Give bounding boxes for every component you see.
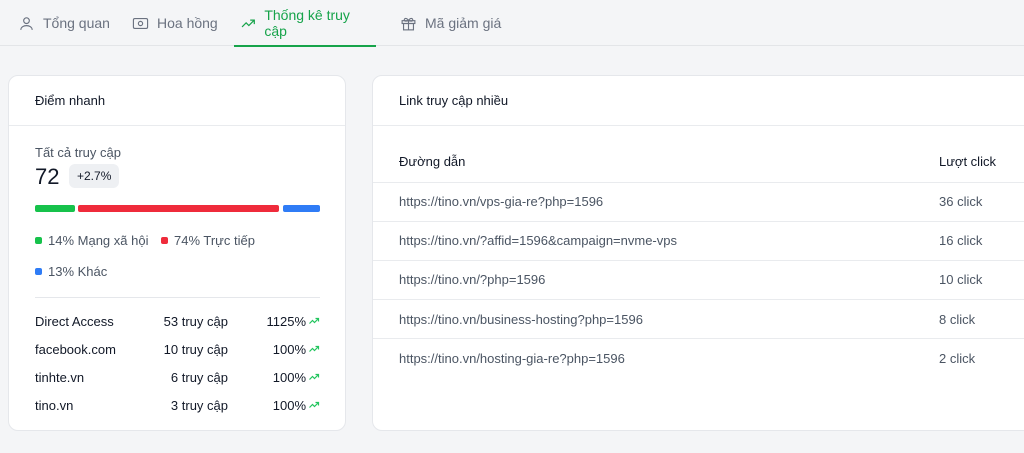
total-visits-label: Tất cả truy cập (35, 145, 121, 160)
source-percent: 100% (272, 398, 306, 413)
money-icon (132, 17, 149, 29)
legend-label: 13% Khác (48, 264, 108, 279)
legend-label: 74% Trực tiếp (174, 233, 255, 248)
tab-traffic-stats[interactable]: Thống kê truy cập (234, 0, 376, 47)
total-visits-value: 72 (35, 164, 60, 189)
change-badge: +2.7% (69, 164, 120, 188)
column-header-path: Đường dẫn (399, 154, 466, 169)
trending-up-icon (308, 343, 320, 358)
tab-coupons[interactable]: Mã giảm giá (396, 0, 505, 46)
traffic-distribution-bar (35, 205, 320, 212)
link-clicks: 10 click (939, 272, 983, 287)
card-title: Link truy cập nhiều (373, 76, 1024, 126)
source-percent: 100% (272, 342, 306, 357)
source-name: facebook.com (35, 342, 116, 357)
link-clicks: 16 click (939, 233, 983, 248)
tab-label: Hoa hồng (157, 15, 218, 31)
tab-label: Mã giảm giá (425, 15, 502, 31)
source-name: tino.vn (35, 398, 74, 413)
source-name: Direct Access (35, 314, 114, 329)
legend-label: 14% Mạng xã hội (48, 233, 149, 248)
legend-dot (35, 268, 42, 275)
trending-up-icon (308, 315, 320, 330)
tab-bar: Tổng quan Hoa hồng Thống kê truy cập Mã … (0, 0, 1024, 47)
tab-label: Tổng quan (43, 15, 110, 31)
trending-up-icon (308, 399, 320, 414)
trending-up-icon (241, 18, 255, 27)
quick-stats-card: Điểm nhanh Tất cả truy cập 72 +2.7% 14% … (8, 75, 346, 431)
source-visits: 53 truy cập (163, 314, 228, 329)
link-clicks: 2 click (939, 351, 976, 366)
source-row: facebook.com 10 truy cập 100% (35, 342, 320, 362)
tab-commission[interactable]: Hoa hồng (128, 0, 222, 46)
source-percent: 1125% (266, 314, 306, 329)
divider (35, 297, 320, 298)
source-visits: 10 truy cập (163, 342, 228, 357)
divider (373, 338, 1024, 339)
source-row: tinhte.vn 6 truy cập 100% (35, 370, 320, 390)
segment-direct (78, 205, 279, 212)
user-icon (20, 16, 33, 30)
source-visits: 3 truy cập (170, 398, 228, 413)
divider (373, 182, 1024, 183)
link-url[interactable]: https://tino.vn/hosting-gia-re?php=1596 (399, 351, 625, 366)
card-title: Điểm nhanh (9, 76, 345, 126)
segment-other (283, 205, 320, 212)
legend-dot (161, 237, 168, 244)
link-clicks: 8 click (939, 312, 976, 327)
divider (373, 299, 1024, 300)
gift-icon (401, 17, 416, 30)
tab-overview[interactable]: Tổng quan (14, 0, 114, 46)
legend-social: 14% Mạng xã hội (35, 233, 148, 248)
legend-direct: 74% Trực tiếp (161, 233, 255, 248)
source-percent: 100% (272, 370, 306, 385)
link-url[interactable]: https://tino.vn/?php=1596 (399, 272, 545, 287)
divider (373, 260, 1024, 261)
source-row: Direct Access 53 truy cập 1125% (35, 314, 320, 334)
segment-social (35, 205, 75, 212)
column-header-clicks: Lượt click (939, 154, 996, 169)
top-links-card: Link truy cập nhiều Đường dẫn Lượt click… (372, 75, 1024, 431)
trending-up-icon (308, 371, 320, 386)
link-url[interactable]: https://tino.vn/vps-gia-re?php=1596 (399, 194, 603, 209)
link-clicks: 36 click (939, 194, 983, 209)
tab-label: Thống kê truy cập (264, 7, 350, 39)
source-name: tinhte.vn (35, 370, 85, 385)
link-url[interactable]: https://tino.vn/?affid=1596&campaign=nvm… (399, 233, 677, 248)
legend-dot (35, 237, 42, 244)
source-visits: 6 truy cập (170, 370, 228, 385)
legend-other: 13% Khác (35, 264, 107, 279)
source-row: tino.vn 3 truy cập 100% (35, 398, 320, 418)
link-url[interactable]: https://tino.vn/business-hosting?php=159… (399, 312, 643, 327)
divider (373, 221, 1024, 222)
